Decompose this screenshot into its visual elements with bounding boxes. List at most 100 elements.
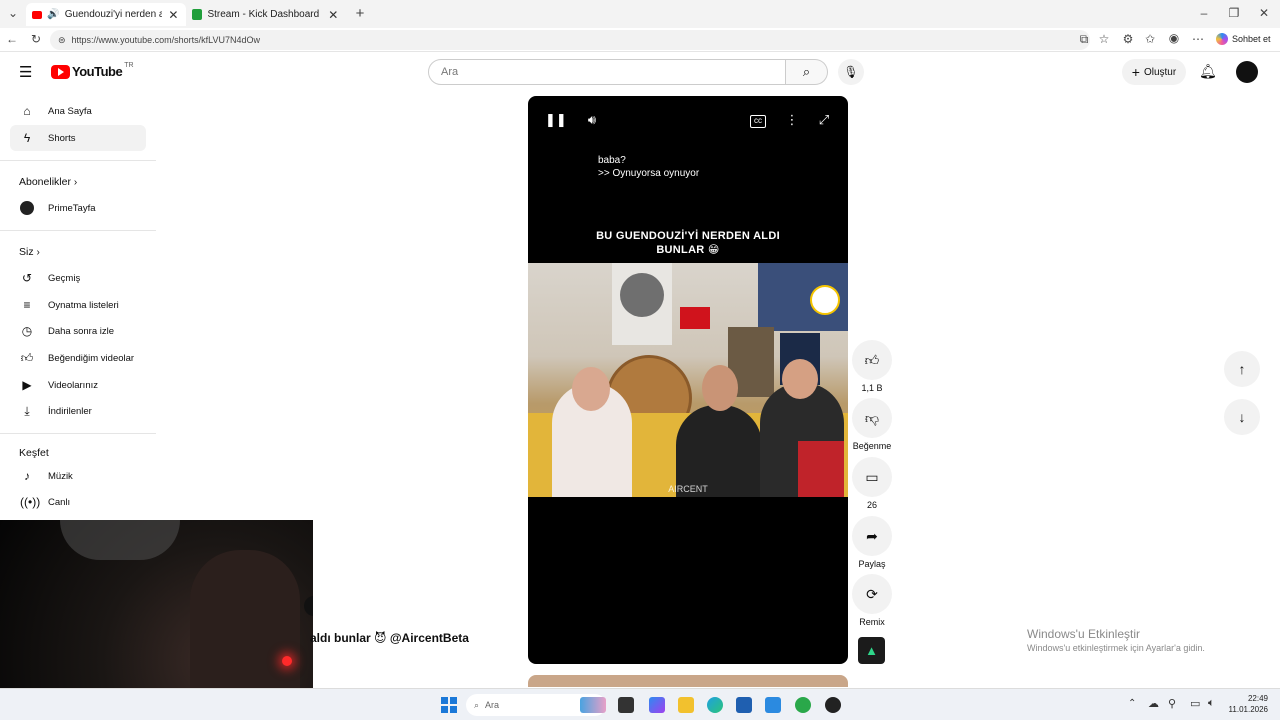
tab-kick-dashboard[interactable]: Stream - Kick Dashboard ✕: [186, 3, 346, 26]
copilot-chat-button[interactable]: Sohbet et: [1216, 33, 1271, 45]
channel-avatar: [20, 201, 34, 215]
dislike-button[interactable]: 👎︎ Beğenme: [850, 398, 894, 451]
tray-chevron-icon[interactable]: ⌃: [1128, 698, 1136, 709]
app-install-icon[interactable]: ⧉: [1076, 32, 1092, 47]
sidebar-item-label: Müzik: [48, 470, 73, 482]
sidebar-item-label: PrimeTayfa: [48, 202, 96, 214]
sidebar-item-your-videos[interactable]: ▶ Videolarınız: [10, 372, 146, 398]
account-avatar[interactable]: [1236, 61, 1258, 83]
clock[interactable]: 22:49 11.01.2026: [1228, 693, 1268, 715]
create-button[interactable]: + Oluştur: [1122, 59, 1186, 85]
tray-audio-device-icon[interactable]: ⚲: [1168, 697, 1176, 710]
sidebar-item-downloads[interactable]: ⤓ İndirilenler: [10, 398, 146, 424]
tab-youtube[interactable]: 🔊 Guendouzi'yi nerden aldı bun ✕: [26, 3, 186, 26]
file-explorer-icon[interactable]: [678, 697, 694, 713]
volume-icon[interactable]: 🔈︎: [1208, 697, 1215, 710]
fullscreen-icon[interactable]: ⤢: [814, 112, 834, 128]
audio-playing-icon[interactable]: 🔊: [47, 9, 59, 20]
taskbar-search-placeholder: Ara: [485, 700, 500, 710]
search-highlight-icon[interactable]: [580, 697, 606, 713]
volume-icon[interactable]: 🔊︎: [582, 112, 602, 128]
short-title[interactable]: aldı bunlar 😈 @AircentBeta: [310, 631, 469, 645]
sidebar-item-liked-videos[interactable]: 👍︎ Beğendiğim videolar: [10, 345, 146, 371]
tray-app-icon[interactable]: ☁: [1148, 697, 1159, 710]
start-button[interactable]: [441, 697, 457, 713]
profile-avatar-icon[interactable]: ◉: [1166, 31, 1182, 45]
favorites-icon[interactable]: ✩: [1142, 32, 1158, 46]
next-short-preview[interactable]: [528, 675, 848, 687]
hamburger-menu-icon[interactable]: ☰: [19, 63, 32, 81]
home-icon: ⌂: [23, 104, 31, 118]
video-watermark: AIRCENT: [668, 484, 708, 494]
youtube-header: ☰ YouTube TR Ara ⌕ 🎙 + Oluştur 🔔︎: [0, 52, 1280, 92]
activation-subtitle: Windows'u etkinleştirmek için Ayarlar'a …: [1027, 643, 1205, 653]
voice-search-button[interactable]: 🎙: [838, 59, 864, 85]
youtube-favicon-icon: [32, 10, 43, 19]
sidebar-item-music[interactable]: ♪ Müzik: [10, 463, 146, 489]
sidebar-item-label: Beğendiğim videolar: [48, 352, 135, 364]
tab-list-chevron-icon[interactable]: ⌄: [5, 6, 21, 20]
notifications-bell-icon[interactable]: 🔔︎: [1199, 63, 1217, 80]
sidebar-item-label: Oynatma listeleri: [48, 299, 119, 311]
sidebar-item-history[interactable]: ↺ Geçmiş: [10, 265, 146, 291]
close-window-icon[interactable]: ✕: [1256, 6, 1272, 20]
more-options-icon[interactable]: ⋮: [782, 112, 802, 128]
utorrent-icon[interactable]: [795, 697, 811, 713]
share-arrow-icon: ➦: [852, 516, 892, 556]
share-button[interactable]: ➦ Paylaş: [850, 516, 894, 569]
search-input[interactable]: Ara: [428, 59, 786, 85]
extensions-icon[interactable]: ⚙: [1120, 32, 1136, 46]
sidebar-item-watch-later[interactable]: ◷ Daha sonra izle: [10, 318, 146, 344]
like-button[interactable]: 👍︎ 1,1 B: [850, 340, 894, 393]
caption-line: baba?: [598, 155, 626, 166]
sidebar-item-home[interactable]: ⌂ Ana Sayfa: [10, 98, 146, 124]
store-icon[interactable]: [736, 697, 752, 713]
mail-icon[interactable]: [765, 697, 781, 713]
url-field[interactable]: ⊜ https://www.youtube.com/shorts/kfLVU7N…: [50, 30, 1090, 50]
region-code: TR: [124, 62, 134, 69]
restore-icon[interactable]: ❐: [1226, 6, 1242, 20]
you-heading[interactable]: Siz ›: [19, 246, 40, 258]
subscriptions-heading[interactable]: Abonelikler ›: [19, 176, 77, 188]
search-button[interactable]: ⌕: [786, 59, 828, 85]
history-icon: ↺: [21, 271, 33, 285]
person-middle-head: [702, 365, 738, 411]
bookmark-star-icon[interactable]: ☆: [1096, 32, 1112, 46]
sidebar-item-label: Canlı: [48, 496, 71, 508]
clock-icon: ◷: [21, 324, 33, 338]
pause-icon[interactable]: ❚❚: [545, 112, 567, 128]
divider: [0, 433, 156, 434]
sidebar-item-primetayfa[interactable]: PrimeTayfa: [10, 195, 146, 221]
shorts-video-player[interactable]: ❚❚ 🔊︎ cc ⋮ ⤢ baba? >> Oynuyorsa oynuyor …: [528, 96, 848, 664]
site-info-icon[interactable]: ⊜: [58, 35, 66, 46]
youtube-logo[interactable]: YouTube TR: [51, 62, 134, 79]
person-left-head: [572, 367, 610, 411]
task-view-icon[interactable]: [618, 697, 634, 713]
sidebar-item-live[interactable]: ((•)) Canlı: [10, 489, 146, 515]
copilot-label: Sohbet et: [1232, 34, 1271, 44]
new-tab-icon[interactable]: +: [352, 5, 368, 22]
close-tab-icon[interactable]: ✕: [327, 8, 340, 22]
back-icon[interactable]: ←: [4, 32, 20, 46]
edge-browser-icon[interactable]: [707, 697, 723, 713]
sidebar-item-shorts[interactable]: ϟ Shorts: [10, 125, 146, 151]
remix-button[interactable]: ⟳ Remix: [850, 574, 894, 627]
close-tab-icon[interactable]: ✕: [167, 8, 180, 22]
comments-button[interactable]: ▭ 26: [850, 457, 894, 510]
sidebar-item-playlists[interactable]: ≡ Oynatma listeleri: [10, 292, 146, 318]
obs-studio-icon[interactable]: [825, 697, 841, 713]
shorts-icon: ϟ: [23, 131, 31, 145]
copilot-app-icon[interactable]: [649, 697, 665, 713]
next-short-button[interactable]: ↓: [1224, 399, 1260, 435]
subscriptions-heading-label: Abonelikler: [19, 176, 71, 188]
reload-icon[interactable]: ↻: [28, 32, 44, 46]
clock-time: 22:49: [1247, 694, 1268, 703]
more-menu-icon[interactable]: ⋯: [1190, 32, 1206, 46]
sound-thumbnail[interactable]: ▲: [858, 637, 885, 664]
captions-icon[interactable]: cc: [750, 115, 766, 128]
previous-short-button[interactable]: ↑: [1224, 351, 1260, 387]
explore-heading: Keşfet: [19, 447, 49, 459]
minimize-icon[interactable]: –: [1196, 6, 1212, 20]
clock-date: 11.01.2026: [1228, 705, 1268, 714]
network-icon[interactable]: ▭: [1190, 697, 1200, 710]
